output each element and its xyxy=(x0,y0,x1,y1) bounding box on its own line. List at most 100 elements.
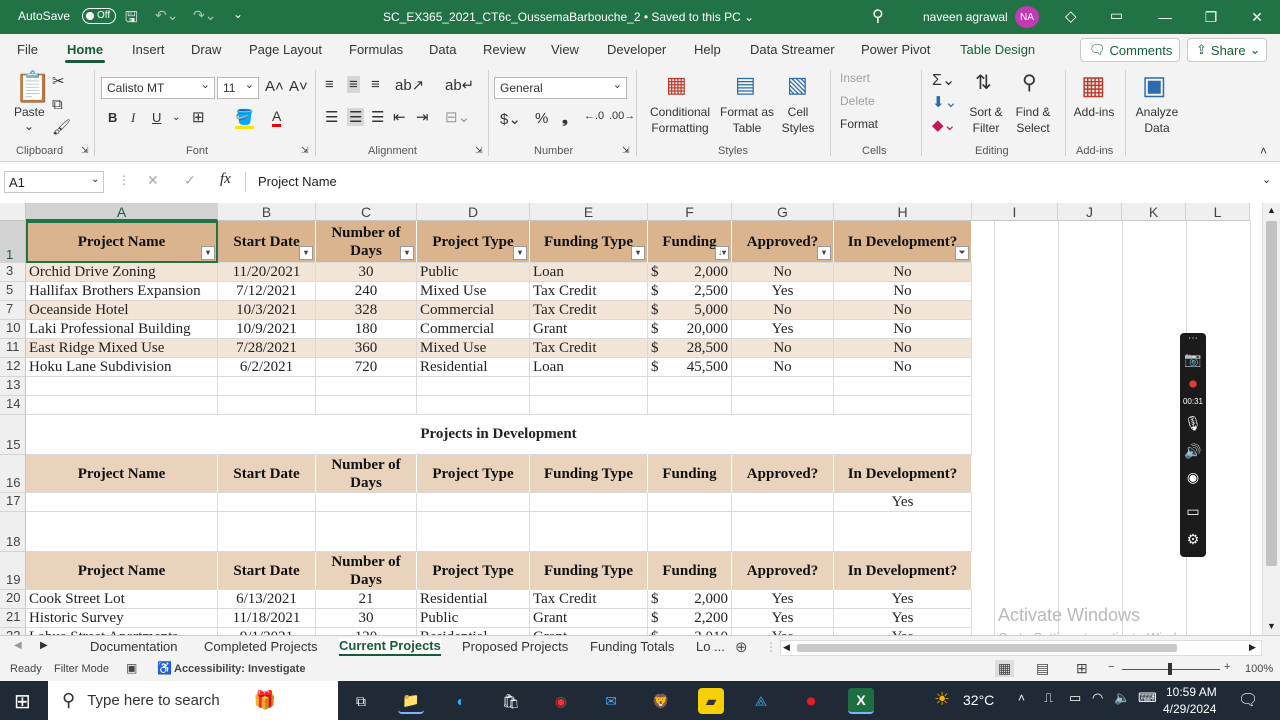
criteria-header-funding[interactable]: Funding xyxy=(648,455,732,493)
empty-cells[interactable] xyxy=(972,221,1262,635)
premium-diamond-icon[interactable]: ◇ xyxy=(1065,7,1077,25)
font-size-select[interactable]: 11 xyxy=(217,77,259,99)
increase-font-icon[interactable]: A˄ xyxy=(265,78,284,95)
cell-styles-icon[interactable]: ▧ xyxy=(787,72,808,98)
empty-cell[interactable] xyxy=(26,493,218,512)
align-middle-icon[interactable]: ≡ xyxy=(347,76,360,93)
chrome-icon[interactable]: ◉ xyxy=(548,688,574,714)
criteria-header-in-development[interactable]: In Development? xyxy=(834,455,972,493)
empty-cell[interactable] xyxy=(417,377,530,396)
format-painter-icon[interactable]: 🖌 xyxy=(52,118,71,136)
page-break-view-icon[interactable]: ⊞ xyxy=(1076,660,1088,677)
cell-funding[interactable]: 45,500 xyxy=(665,358,732,377)
cell-currency[interactable]: $ xyxy=(648,339,665,358)
row-header[interactable]: 7 xyxy=(0,301,26,320)
conditional-formatting-button[interactable]: Conditional Formatting xyxy=(646,104,714,136)
empty-cell[interactable] xyxy=(316,377,417,396)
extract-header-funding[interactable]: Funding xyxy=(648,552,732,590)
zoom-level[interactable]: 100% xyxy=(1245,663,1273,675)
cell-currency[interactable]: $ xyxy=(648,358,665,377)
cell-days[interactable]: 120 xyxy=(316,628,417,635)
cell-project-name[interactable]: Hallifax Brothers Expansion xyxy=(26,282,218,301)
section-title[interactable]: Projects in Development xyxy=(26,415,972,455)
cell-approved[interactable]: No xyxy=(732,358,834,377)
conditional-formatting-icon[interactable]: ▦ xyxy=(666,72,687,98)
currency-icon[interactable]: $⌄ xyxy=(500,110,521,128)
cell-funding[interactable]: 20,000 xyxy=(665,320,732,339)
name-box[interactable]: A1 xyxy=(4,171,104,193)
cell-approved[interactable]: No xyxy=(732,263,834,282)
empty-cell[interactable] xyxy=(218,493,316,512)
cell-in-development[interactable]: Yes xyxy=(834,590,972,609)
row-header[interactable]: 20 xyxy=(0,590,26,609)
empty-cell[interactable] xyxy=(834,512,972,552)
cell-start-date[interactable]: 11/18/2021 xyxy=(218,609,316,628)
increase-decimal-icon[interactable]: ←.0 xyxy=(584,110,604,122)
sort-indicator-icon[interactable]: ↓▾ xyxy=(715,246,729,260)
row-header[interactable]: 10 xyxy=(0,320,26,339)
sheet-tab-more[interactable]: Lo ... xyxy=(696,639,725,654)
criteria-header-project-type[interactable]: Project Type xyxy=(417,455,530,493)
network-icon[interactable]: ⎍ xyxy=(1044,690,1053,706)
empty-cell[interactable] xyxy=(316,493,417,512)
tray-chevron-icon[interactable]: ˄ xyxy=(1018,691,1025,705)
filter-dropdown-icon[interactable]: ▾ xyxy=(400,246,414,260)
empty-cell[interactable] xyxy=(218,512,316,552)
align-center-icon[interactable]: ☰ xyxy=(347,108,365,126)
tab-power-pivot[interactable]: Power Pivot xyxy=(861,42,930,57)
expand-formula-icon[interactable]: ⌄ xyxy=(1262,173,1271,186)
brave-icon[interactable]: 🦁 xyxy=(648,688,674,714)
volume-icon[interactable]: 🔈 xyxy=(1114,690,1130,706)
copy-icon[interactable]: ⧉ xyxy=(52,96,63,113)
cell-days[interactable]: 328 xyxy=(316,301,417,320)
app-icon[interactable]: ⟁ xyxy=(748,688,774,714)
find-select-icon[interactable]: ⚲ xyxy=(1022,70,1037,95)
dialog-launcher-icon[interactable]: ⇲ xyxy=(81,145,89,156)
temperature[interactable]: 32°C xyxy=(963,692,994,708)
add-ins-button[interactable]: Add-ins xyxy=(1071,104,1117,120)
window-icon[interactable]: ▭ xyxy=(1180,503,1206,520)
row-header[interactable]: 11 xyxy=(0,339,26,358)
autosum-icon[interactable]: Σ⌄ xyxy=(932,70,955,90)
save-icon[interactable]: 🖫 xyxy=(125,7,138,32)
underline-icon[interactable]: U xyxy=(152,110,161,125)
analyze-data-icon[interactable]: ▣ xyxy=(1142,70,1167,101)
cell-start-date[interactable]: 7/28/2021 xyxy=(218,339,316,358)
delete-cells-button[interactable]: Delete xyxy=(840,93,875,109)
empty-cell[interactable] xyxy=(316,512,417,552)
cell-start-date[interactable]: 7/12/2021 xyxy=(218,282,316,301)
table-header-funding[interactable]: Funding ↓▾ xyxy=(648,221,732,263)
avatar[interactable]: NA xyxy=(1015,6,1039,28)
sort-filter-button[interactable]: Sort & Filter xyxy=(964,104,1008,136)
store-icon[interactable]: 🛍 xyxy=(498,688,524,714)
empty-cell[interactable] xyxy=(26,512,218,552)
sheet-tab-funding-totals[interactable]: Funding Totals xyxy=(590,639,674,654)
table-header-funding-type[interactable]: Funding Type ▾ xyxy=(530,221,648,263)
cell-funding-type[interactable]: Grant xyxy=(530,320,648,339)
empty-cell[interactable] xyxy=(218,377,316,396)
column-header-a[interactable]: A xyxy=(26,203,218,221)
excel-icon[interactable]: X xyxy=(848,688,874,714)
cell-project-type[interactable]: Mixed Use xyxy=(417,339,530,358)
table-header-project-name[interactable]: Project Name ▾ xyxy=(26,221,218,263)
cell-start-date[interactable]: 9/1/2021 xyxy=(218,628,316,635)
undo-icon[interactable]: ↶⌄ xyxy=(155,7,178,24)
cell-funding[interactable]: 2,500 xyxy=(665,282,732,301)
empty-cell[interactable] xyxy=(834,396,972,415)
sticky-notes-icon[interactable]: ▰ xyxy=(698,688,724,714)
cell-funding-type[interactable]: Tax Credit xyxy=(530,282,648,301)
tab-data[interactable]: Data xyxy=(429,42,456,57)
extract-header-project-type[interactable]: Project Type xyxy=(417,552,530,590)
scroll-thumb[interactable] xyxy=(1266,221,1277,566)
table-header-project-type[interactable]: Project Type ▾ xyxy=(417,221,530,263)
row-header[interactable]: 17 xyxy=(0,493,26,512)
tab-view[interactable]: View xyxy=(551,42,579,57)
extract-header-start-date[interactable]: Start Date xyxy=(218,552,316,590)
cell-project-type[interactable]: Residential xyxy=(417,628,530,635)
comments-button[interactable]: 🗨 Comments xyxy=(1080,38,1180,62)
cell-funding-type[interactable]: Grant xyxy=(530,609,648,628)
column-header-g[interactable]: G xyxy=(732,203,834,221)
mail-icon[interactable]: ✉ xyxy=(598,688,624,714)
cell-in-development[interactable]: Yes xyxy=(834,628,972,635)
row-header[interactable]: 1 xyxy=(0,221,26,263)
